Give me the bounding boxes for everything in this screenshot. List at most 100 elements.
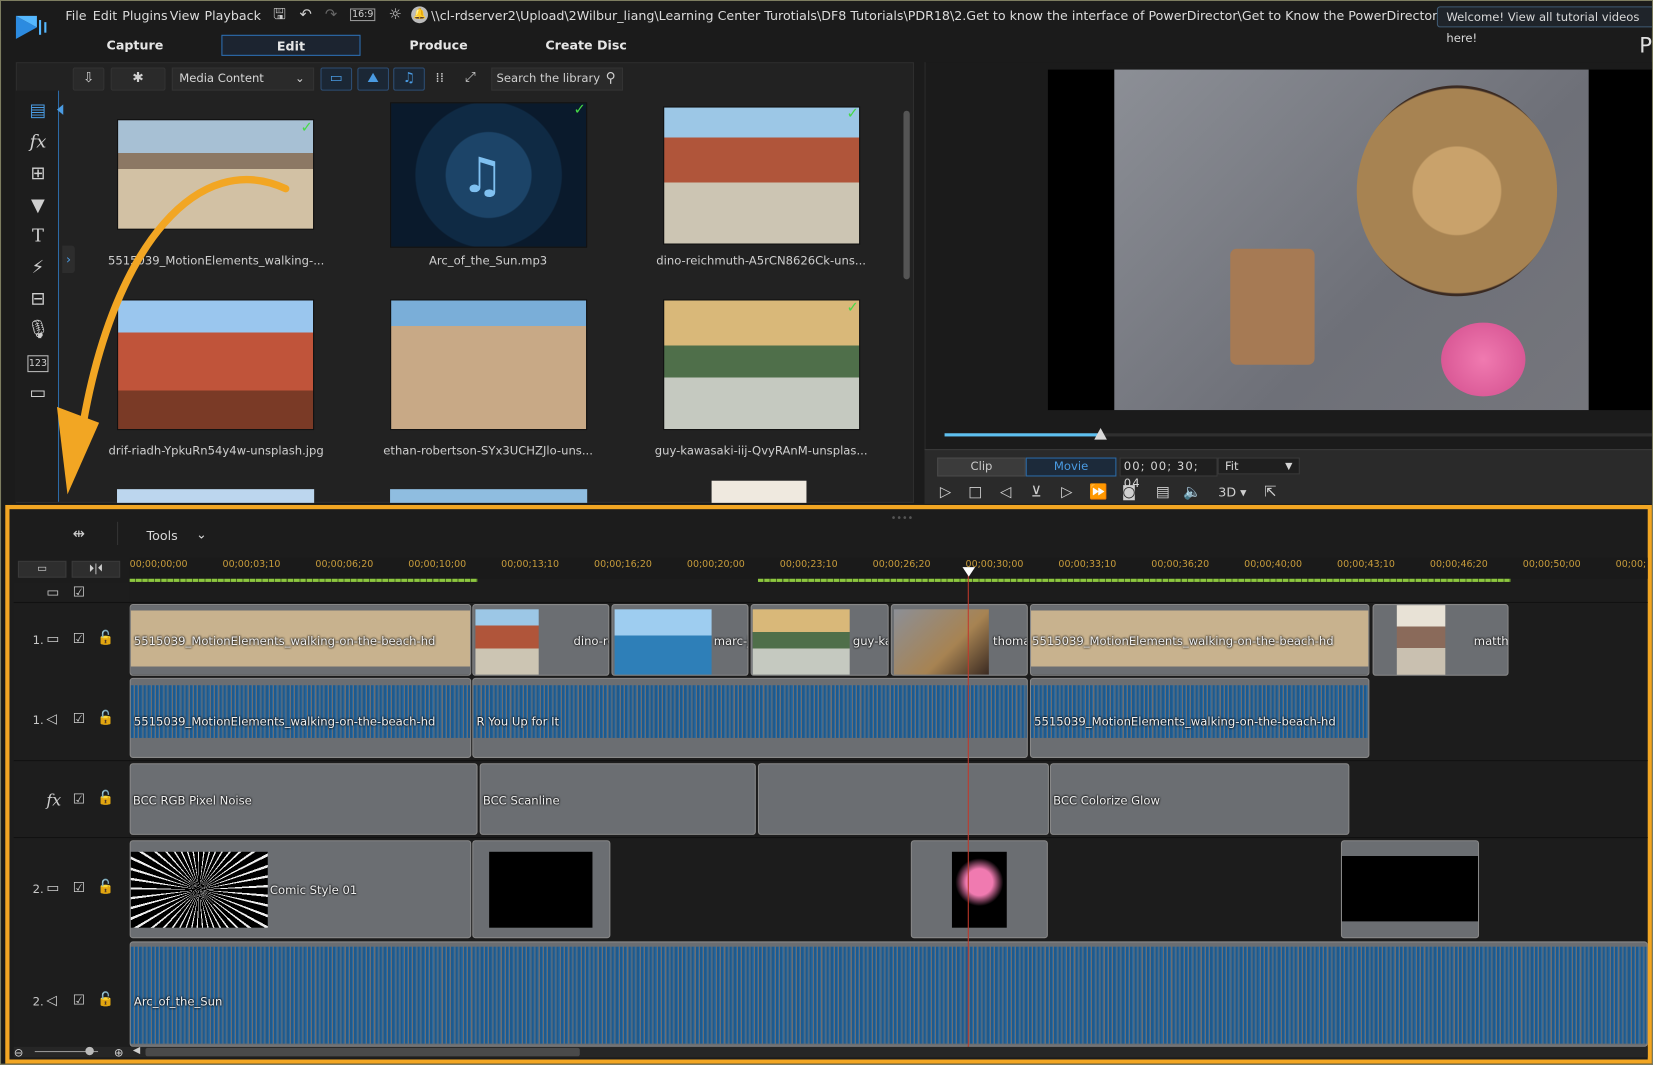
library-item-thumbnail[interactable] xyxy=(711,480,807,503)
menu-playback[interactable]: Playback xyxy=(205,8,261,23)
fast-forward-icon[interactable]: ⏩ xyxy=(1088,484,1109,501)
audio-clip[interactable]: 5515039_MotionElements_walking-on-the-be… xyxy=(129,677,472,758)
library-item-thumbnail[interactable] xyxy=(390,299,588,431)
timeline-zoom-slider-knob[interactable] xyxy=(85,1046,94,1056)
timeline-clip[interactable]: guy-ka xyxy=(750,604,889,676)
track-enable-checkbox[interactable]: ☑ xyxy=(73,792,85,808)
library-item-thumbnail[interactable] xyxy=(663,106,861,245)
sort-grid-icon[interactable]: ⁞⁞ xyxy=(435,71,444,87)
panel-resize-handle[interactable]: •••• xyxy=(891,513,913,524)
search-icon[interactable]: ⚲ xyxy=(606,69,616,90)
media-content-dropdown[interactable]: Media Content ⌄ xyxy=(171,67,315,91)
timeline-clip[interactable] xyxy=(472,840,611,939)
tab-produce[interactable]: Produce xyxy=(391,35,486,56)
menu-file[interactable]: File xyxy=(65,8,86,23)
library-scrollbar-thumb[interactable] xyxy=(903,110,910,280)
tab-edit[interactable]: Edit xyxy=(221,34,361,56)
audio-clip[interactable]: R You Up for It xyxy=(472,677,1028,758)
title-room-icon[interactable]: T xyxy=(24,225,51,248)
play-icon[interactable]: ▷ xyxy=(935,484,956,501)
track-lock-icon[interactable]: 🔓 xyxy=(97,879,114,895)
track-enable-checkbox[interactable]: ☑ xyxy=(73,631,85,647)
enable-all-checkbox[interactable]: ☑ xyxy=(73,585,85,601)
clip-mode-button[interactable]: Clip xyxy=(937,457,1026,477)
track-lock-icon[interactable]: 🔓 xyxy=(97,711,114,727)
library-item-thumbnail[interactable] xyxy=(117,299,315,431)
zoom-in-icon[interactable]: ⊕ xyxy=(114,1046,124,1060)
preview-scrubber-handle[interactable] xyxy=(1094,428,1107,440)
track-lock-icon[interactable]: 🔓 xyxy=(97,630,114,646)
fit-timeline-button[interactable]: ⏵|⏴ xyxy=(71,560,121,578)
import-media-button[interactable]: ⇩ xyxy=(72,67,105,91)
tools-chevron-icon[interactable]: ⌄ xyxy=(196,527,207,542)
timeline-fit-icon[interactable]: ⇹ xyxy=(73,526,85,543)
tools-menu[interactable]: Tools xyxy=(147,528,178,543)
snapshot-camera-icon[interactable]: ◙ xyxy=(1119,484,1140,501)
timecode-display[interactable]: 00; 00; 30; 04 xyxy=(1119,457,1218,490)
timeline-horizontal-scrollbar[interactable] xyxy=(145,1047,580,1057)
audio-clip[interactable]: 5515039_MotionElements_walking-on-the-be… xyxy=(1029,677,1370,758)
timeline-clip[interactable]: 5515039_MotionElements_walking-on-the-be… xyxy=(129,604,472,676)
preferences-gear-icon[interactable]: ☼ xyxy=(387,6,404,23)
filter-video-button[interactable]: ▭ xyxy=(320,67,353,91)
effect-clip[interactable]: BCC Scanline xyxy=(479,763,756,835)
thumbnail-size-icon[interactable]: ⤢ xyxy=(465,70,476,86)
notification-bell-icon[interactable]: 🔔 xyxy=(411,6,429,24)
expand-panel-button[interactable]: › xyxy=(62,245,75,274)
tab-capture[interactable]: Capture xyxy=(87,35,182,56)
timeline-clip[interactable] xyxy=(1340,840,1480,939)
effect-clip[interactable] xyxy=(757,763,1049,835)
voice-over-room-icon[interactable]: 🎙 xyxy=(24,318,51,341)
track-enable-checkbox[interactable]: ☑ xyxy=(73,993,85,1009)
library-item-thumbnail[interactable] xyxy=(117,119,315,230)
timeline-clip[interactable]: 5515039_MotionElements_walking-on-the-be… xyxy=(1029,604,1370,676)
timeline-clip[interactable]: dino-re xyxy=(472,604,610,676)
timeline-clip[interactable]: thoma xyxy=(890,604,1028,676)
subtitle-preview-icon[interactable]: ▤ xyxy=(1152,484,1173,501)
fx-room-icon[interactable]: fx xyxy=(24,131,51,154)
track-lock-icon[interactable]: 🔓 xyxy=(97,992,114,1008)
timeline-clip[interactable]: matthe xyxy=(1372,604,1509,676)
filter-image-button[interactable]: ⛰ xyxy=(357,67,389,91)
track-lock-icon[interactable]: 🔓 xyxy=(97,791,114,807)
3d-mode-button[interactable]: 3D ▾ xyxy=(1215,484,1249,501)
aspect-ratio-button[interactable]: 16:9 xyxy=(349,8,376,22)
transition-room-icon[interactable]: ⚡ xyxy=(24,256,51,279)
timeline-clip[interactable] xyxy=(910,840,1048,939)
media-room-icon[interactable]: ▤ xyxy=(24,99,51,122)
volume-icon[interactable]: 🔈 xyxy=(1182,484,1203,501)
scroll-left-icon[interactable]: ◀ xyxy=(133,1046,140,1057)
undo-icon[interactable]: ↶ xyxy=(297,6,314,23)
audio-mixing-room-icon[interactable]: ⊟ xyxy=(24,288,51,311)
library-item-thumbnail[interactable] xyxy=(390,489,588,503)
stop-icon[interactable]: □ xyxy=(965,484,986,501)
movie-mode-button[interactable]: Movie xyxy=(1025,457,1117,477)
undock-preview-icon[interactable]: ⇱ xyxy=(1260,484,1281,501)
particle-room-icon[interactable]: ▼ xyxy=(24,194,51,217)
effect-clip[interactable]: BCC Colorize Glow xyxy=(1049,763,1350,835)
menu-plugins[interactable]: Plugins xyxy=(122,8,167,23)
menu-view[interactable]: View xyxy=(170,8,200,23)
timeline-clip[interactable]: Comic Style 01 xyxy=(129,840,472,939)
search-library-input[interactable]: Search the library ⚲ xyxy=(491,67,624,91)
tab-create-disc[interactable]: Create Disc xyxy=(533,35,638,56)
menu-edit[interactable]: Edit xyxy=(93,8,118,23)
pip-objects-room-icon[interactable]: ⊞ xyxy=(24,162,51,185)
zoom-out-icon[interactable]: ⊖ xyxy=(14,1046,24,1060)
library-item-thumbnail[interactable] xyxy=(663,299,861,431)
save-icon[interactable]: 🖫 xyxy=(271,6,288,23)
next-frame-icon[interactable]: ▷ xyxy=(1056,484,1077,501)
previous-frame-icon[interactable]: ◁ xyxy=(995,484,1016,501)
track-enable-checkbox[interactable]: ☑ xyxy=(73,880,85,896)
timeline-clip[interactable]: marc-ja xyxy=(611,604,749,676)
track-enable-checkbox[interactable]: ☑ xyxy=(73,712,85,728)
track-manager-button[interactable]: ▭ xyxy=(17,560,67,578)
plugins-button[interactable]: ✱ xyxy=(110,67,166,91)
playhead-line[interactable] xyxy=(967,570,969,1047)
filter-audio-button[interactable]: ♫ xyxy=(393,67,425,91)
zoom-fit-dropdown[interactable]: Fit ▼ xyxy=(1217,457,1300,475)
redo-icon[interactable]: ↷ xyxy=(323,6,340,23)
effect-clip[interactable]: BCC RGB Pixel Noise xyxy=(129,763,478,835)
audio-clip[interactable]: Arc_of_the_Sun xyxy=(129,941,1648,1047)
library-item-thumbnail[interactable] xyxy=(117,489,315,503)
